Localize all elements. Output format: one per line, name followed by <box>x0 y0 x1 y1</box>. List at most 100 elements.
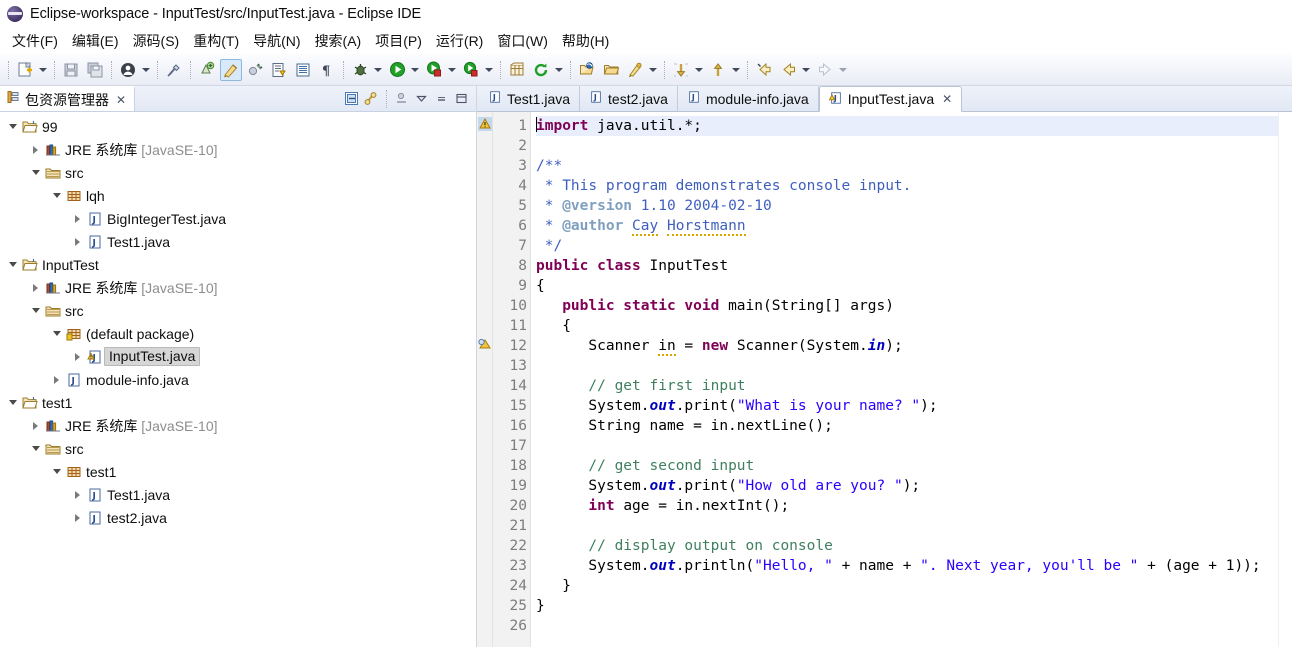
tree-item-file-module-info[interactable]: J module-info.java <box>0 368 476 391</box>
close-icon[interactable]: ✕ <box>942 92 952 106</box>
view-menu-icon[interactable] <box>393 90 410 107</box>
chevron-down-icon[interactable] <box>27 446 44 451</box>
chevron-right-icon[interactable] <box>27 283 44 292</box>
chevron-down-icon[interactable] <box>4 124 21 129</box>
debug-dropdown-caret[interactable] <box>372 60 384 80</box>
maximize-view-icon[interactable] <box>453 90 470 107</box>
menu-navigate[interactable]: 导航(N) <box>246 29 307 53</box>
warning-marker-line1[interactable] <box>478 116 492 138</box>
tree-item-file-test1-lqh[interactable]: J Test1.java <box>0 230 476 253</box>
tab-module-info-java[interactable]: J module-info.java <box>678 86 819 111</box>
chevron-right-icon[interactable] <box>69 214 86 223</box>
new-java-project-icon[interactable] <box>506 59 528 81</box>
pilcrow-icon[interactable]: ¶ <box>316 59 338 81</box>
menu-run[interactable]: 运行(R) <box>429 29 490 53</box>
tree-item-jre-library[interactable]: JRE 系统库 [JavaSE-10] <box>0 414 476 437</box>
tree-item-jre-library[interactable]: JRE 系统库 [JavaSE-10] <box>0 276 476 299</box>
search-dropdown-caret[interactable] <box>647 60 659 80</box>
tab-inputtest-java[interactable]: J InputTest.java ✕ <box>818 86 963 112</box>
refresh-icon[interactable] <box>530 59 552 81</box>
chevron-down-icon[interactable] <box>48 469 65 474</box>
link-with-editor-icon[interactable] <box>363 90 380 107</box>
open-resource-icon[interactable] <box>600 59 622 81</box>
tree-item-default-package[interactable]: (default package) <box>0 322 476 345</box>
search-pencil-icon[interactable] <box>624 59 646 81</box>
back-dropdown-caret[interactable] <box>800 60 812 80</box>
open-type-icon[interactable] <box>576 59 598 81</box>
tree-item-package-lqh[interactable]: lqh <box>0 184 476 207</box>
open-console-icon[interactable] <box>292 59 314 81</box>
tree-item-file-test2[interactable]: J test2.java <box>0 506 476 529</box>
annotation-ruler[interactable] <box>477 112 493 647</box>
coverage2-dropdown-caret[interactable] <box>483 60 495 80</box>
chevron-right-icon[interactable] <box>69 490 86 499</box>
menu-window[interactable]: 窗口(W) <box>490 29 555 53</box>
open-task-icon[interactable] <box>268 59 290 81</box>
chevron-down-icon[interactable] <box>27 170 44 175</box>
skip-all-breakpoints-icon[interactable] <box>244 59 266 81</box>
coverage-icon[interactable] <box>423 59 445 81</box>
new-wizard-icon[interactable] <box>14 59 36 81</box>
previous-annotation-icon[interactable] <box>707 59 729 81</box>
tab-package-explorer[interactable]: 包资源管理器 ✕ <box>0 86 136 111</box>
warning-marker-line12[interactable] <box>478 336 492 358</box>
menu-refactor[interactable]: 重构(T) <box>186 29 246 53</box>
chevron-right-icon[interactable] <box>27 145 44 154</box>
tree-item-file-biginteger[interactable]: J BigIntegerTest.java <box>0 207 476 230</box>
tree-item-file-test1[interactable]: J Test1.java <box>0 483 476 506</box>
tree-item-src-folder[interactable]: src <box>0 299 476 322</box>
overview-ruler[interactable] <box>1278 112 1292 647</box>
code-text[interactable]: import java.util.*; /** * This program d… <box>531 112 1278 647</box>
user-account-dropdown-caret[interactable] <box>140 60 152 80</box>
user-account-icon[interactable] <box>117 59 139 81</box>
toggle-mark-occurrences-icon[interactable] <box>220 58 242 81</box>
chevron-right-icon[interactable] <box>69 237 86 246</box>
save-all-icon[interactable] <box>84 59 106 81</box>
next-annotation-dropdown-caret[interactable] <box>693 60 705 80</box>
tree-item-src-folder[interactable]: src <box>0 437 476 460</box>
tree-item-jre-library[interactable]: JRE 系统库 [JavaSE-10] <box>0 138 476 161</box>
menu-search[interactable]: 搜索(A) <box>308 29 369 53</box>
tree-item-file-inputtest[interactable]: J InputTest.java <box>0 345 476 368</box>
link-break-icon[interactable] <box>163 59 185 81</box>
chevron-down-icon[interactable] <box>413 90 430 107</box>
project-tree[interactable]: 99 JRE 系统库 [JavaSE-10] src lqh J BigInte… <box>0 112 476 647</box>
debug-icon[interactable] <box>349 59 371 81</box>
close-icon[interactable]: ✕ <box>116 93 126 107</box>
collapse-all-icon[interactable] <box>343 90 360 107</box>
back-icon[interactable] <box>777 59 799 81</box>
chevron-right-icon[interactable] <box>69 352 86 361</box>
chevron-down-icon[interactable] <box>48 193 65 198</box>
tree-item-package-test1[interactable]: test1 <box>0 460 476 483</box>
menu-project[interactable]: 项目(P) <box>368 29 429 53</box>
code-editor[interactable]: 1 2 3 4 5 6 7 8 9 10 11 12 13 14 15 16 1 <box>477 112 1292 647</box>
previous-annotation-dropdown-caret[interactable] <box>730 60 742 80</box>
tab-test1-java[interactable]: J Test1.java <box>479 86 581 111</box>
next-annotation-icon[interactable] <box>670 59 692 81</box>
tree-item-project-99[interactable]: 99 <box>0 115 476 138</box>
back-history-icon[interactable] <box>753 59 775 81</box>
forward-icon[interactable] <box>814 59 836 81</box>
chevron-right-icon[interactable] <box>48 375 65 384</box>
menu-file[interactable]: 文件(F) <box>5 29 65 53</box>
menu-source[interactable]: 源码(S) <box>126 29 187 53</box>
run-icon[interactable] <box>386 59 408 81</box>
chevron-right-icon[interactable] <box>27 421 44 430</box>
chevron-down-icon[interactable] <box>4 262 21 267</box>
menu-help[interactable]: 帮助(H) <box>555 29 616 53</box>
coverage2-icon[interactable] <box>460 59 482 81</box>
chevron-down-icon[interactable] <box>27 308 44 313</box>
run-dropdown-caret[interactable] <box>409 60 421 80</box>
chevron-down-icon[interactable] <box>4 400 21 405</box>
tree-item-src-folder[interactable]: src <box>0 161 476 184</box>
new-wizard-dropdown-caret[interactable] <box>37 60 49 80</box>
chevron-right-icon[interactable] <box>69 513 86 522</box>
tab-test2-java[interactable]: J test2.java <box>580 86 678 111</box>
minimize-view-icon[interactable] <box>433 90 450 107</box>
tree-item-project-test1[interactable]: test1 <box>0 391 476 414</box>
new-java-package-icon[interactable] <box>196 59 218 81</box>
coverage-dropdown-caret[interactable] <box>446 60 458 80</box>
save-icon[interactable] <box>60 59 82 81</box>
chevron-down-icon[interactable] <box>48 331 65 336</box>
forward-dropdown-caret[interactable] <box>837 60 849 80</box>
